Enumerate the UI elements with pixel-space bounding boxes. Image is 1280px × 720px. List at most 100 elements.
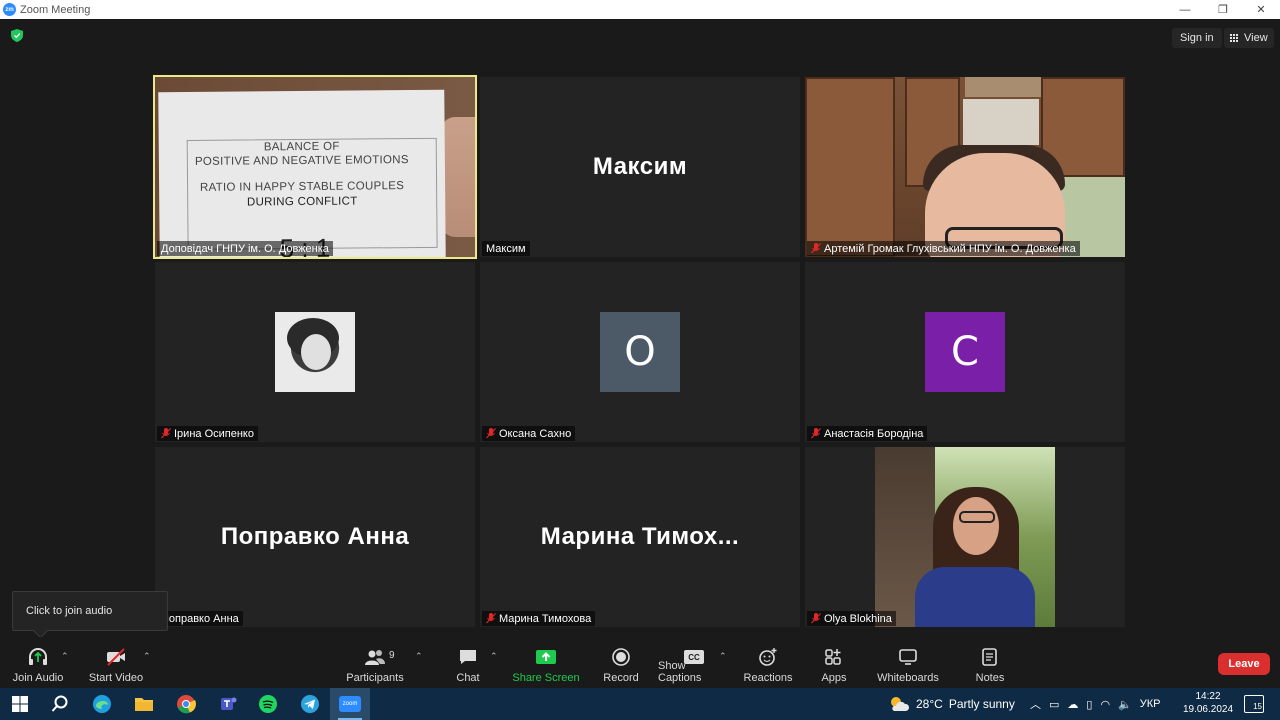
edge-browser-icon[interactable] [90,692,114,716]
notes-icon [982,648,997,666]
video-tile-maksym[interactable]: Максим Максим [480,77,800,257]
profile-photo [875,447,1055,627]
paper-line-1: BALANCE OF [263,140,340,154]
weather-description: Partly sunny [948,697,1015,711]
meet-now-icon[interactable]: ▭ [1049,698,1059,711]
apps-button[interactable]: Apps [812,637,856,688]
sign-in-button[interactable]: Sign in [1172,28,1222,48]
participant-name: Оксана Сахно [482,426,576,441]
initial-avatar: O [600,312,680,392]
participant-name: Максим [482,241,530,256]
system-clock[interactable]: 14:22 19.06.2024 [1180,690,1236,716]
apps-icon [825,649,841,665]
whiteboard-icon [899,649,917,665]
video-tile-artemii[interactable]: Артемій Громак Глухівський НПУ ім. О. До… [805,77,1125,257]
show-captions-button[interactable]: CC Show Captions [658,637,730,688]
search-icon[interactable] [48,692,72,716]
participant-display-name: Поправко Анна [220,523,410,550]
video-tile-olya[interactable]: Olya Blokhina [805,447,1125,627]
notification-center-icon[interactable]: 15 [1244,695,1264,713]
reactions-icon [759,648,777,666]
mic-muted-icon [811,428,821,439]
meeting-toolbar: Join Audio ⌃ Start Video ⌃ Participants … [0,637,1280,688]
tray-chevron-up-icon[interactable]: ︿ [1030,696,1041,712]
paper-line-3: RATIO IN HAPPY STABLE COUPLES [199,180,405,194]
video-tile-presenter[interactable]: BALANCE OF POSITIVE AND NEGATIVE EMOTION… [153,75,477,259]
notes-button[interactable]: Notes [970,637,1010,688]
mic-muted-icon [811,243,821,254]
partly-sunny-icon [891,697,910,711]
chrome-browser-icon[interactable] [174,692,198,716]
start-video-button[interactable]: Start Video [86,637,146,688]
share-screen-button[interactable]: Share Screen [512,637,580,688]
battery-icon[interactable]: ▯ [1086,698,1092,711]
participant-name: Olya Blokhina [807,611,896,626]
mic-muted-icon [486,428,496,439]
video-options-chevron[interactable]: ⌃ [143,651,151,662]
headphones-icon [29,648,47,665]
participant-name: Марина Тимохова [482,611,596,626]
participants-count: 9 [389,650,395,661]
video-tile-iryna[interactable]: Ірина Осипенко [155,262,475,442]
participant-name: Ірина Осипенко [157,426,258,441]
paper-line-2: POSITIVE AND NEGATIVE EMOTIONS [194,154,409,168]
profile-photo [275,312,355,392]
reactions-button[interactable]: Reactions [742,637,794,688]
maximize-button[interactable]: ❐ [1204,0,1242,19]
language-indicator[interactable]: УКР [1140,698,1161,710]
join-audio-tooltip: Click to join audio [12,591,168,631]
minimize-button[interactable]: — [1166,0,1204,19]
participant-display-name: Марина Тимох... [540,523,740,550]
windows-start-icon[interactable] [8,692,32,716]
audio-options-chevron[interactable]: ⌃ [61,651,69,662]
close-button[interactable]: ✕ [1242,0,1280,19]
zoom-taskbar-icon[interactable]: zoom [330,688,370,720]
mic-muted-icon [811,613,821,624]
participants-options-chevron[interactable]: ⌃ [415,651,423,662]
grid-view-icon [1230,33,1239,43]
onedrive-cloud-icon[interactable]: ☁ [1067,698,1078,711]
chat-icon [460,650,476,664]
captions-options-chevron[interactable]: ⌃ [719,651,727,662]
video-tile-maryna[interactable]: Марина Тимох... Марина Тимохова [480,447,800,627]
record-button[interactable]: Record [600,637,642,688]
spotify-icon[interactable] [256,692,280,716]
microsoft-teams-icon[interactable] [216,692,240,716]
weather-widget[interactable]: 28°C Partly sunny [888,688,1015,720]
file-explorer-icon[interactable] [132,692,156,716]
participant-name: Поправко Анна [157,611,243,626]
telegram-icon[interactable] [298,692,322,716]
paper-line-4: DURING CONFLICT [246,195,358,209]
captions-icon: CC [684,650,704,664]
leave-button[interactable]: Leave [1218,653,1270,675]
video-tile-anastasiia[interactable]: C Анастасія Бородіна [805,262,1125,442]
video-tile-popravko-anna[interactable]: Поправко Анна Поправко Анна [155,447,475,627]
clock-date: 19.06.2024 [1182,704,1234,715]
chat-options-chevron[interactable]: ⌃ [490,651,498,662]
hand-image [441,117,475,237]
mic-muted-icon [486,613,496,624]
paper-sign: BALANCE OF POSITIVE AND NEGATIVE EMOTION… [158,89,446,257]
video-off-icon [107,648,125,666]
mic-muted-icon [161,428,171,439]
join-audio-button[interactable]: Join Audio [8,637,68,688]
participants-icon [365,650,385,665]
participant-name: Артемій Громак Глухівський НПУ ім. О. До… [807,241,1080,256]
participant-name: Доповідач ГНПУ ім. О. Довженка [157,241,333,256]
volume-muted-icon[interactable]: 🔈 [1118,698,1132,711]
record-icon [612,648,630,666]
wifi-icon[interactable]: ◠ [1100,698,1110,711]
zoom-app-icon: zm [3,3,16,16]
chat-button[interactable]: Chat [448,637,488,688]
whiteboards-button[interactable]: Whiteboards [874,637,942,688]
system-tray: ︿ ▭ ☁ ▯ ◠ 🔈 УКР [1030,688,1161,720]
participants-button[interactable]: Participants [342,637,408,688]
participant-name: Анастасія Бородіна [807,426,928,441]
window-titlebar: zm Zoom Meeting — ❐ ✕ [0,0,1280,19]
window-title: Zoom Meeting [20,3,91,16]
security-shield-icon[interactable] [11,29,23,42]
participant-display-name: Максим [592,153,688,180]
view-button[interactable]: View [1224,28,1274,48]
video-tile-oksana[interactable]: O Оксана Сахно [480,262,800,442]
view-label: View [1244,32,1268,44]
